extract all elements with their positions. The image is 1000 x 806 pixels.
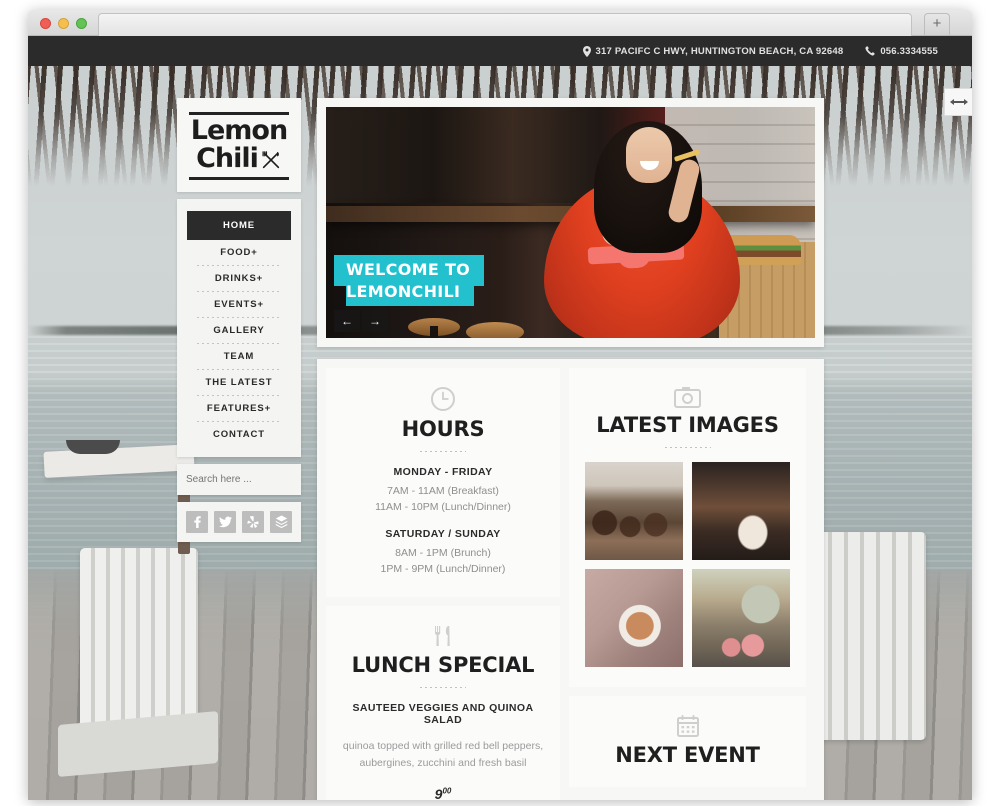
social-links: [177, 501, 301, 542]
hero-stool-2: [466, 322, 524, 338]
map-pin-icon: [582, 45, 591, 57]
contact-topbar: 317 PACIFC C HWY, HUNTINGTON BEACH, CA 9…: [28, 36, 972, 66]
phone-block: 056.3334555: [865, 46, 938, 57]
hero-caption: WELCOME TO LEMONCHILI: [334, 254, 485, 306]
logo-rule-bottom: [189, 176, 289, 180]
hours-group-2-line-2: 1PM - 9PM (Lunch/Dinner): [380, 562, 506, 575]
hero-caption-line-1: WELCOME TO: [346, 259, 471, 279]
content-panels: HOURS MONDAY - FRIDAY 7AM - 11AM (Breakf…: [317, 359, 824, 800]
logo-line-1: Lemon: [190, 115, 288, 146]
latest-images-divider: [664, 447, 711, 448]
nav-item-home[interactable]: HOME: [187, 210, 291, 240]
search-input[interactable]: [177, 463, 327, 495]
logo-line-2-row: Chili: [187, 143, 291, 175]
lunch-special-price: 900: [342, 786, 544, 800]
next-event-title: NEXT EVENT: [615, 743, 760, 767]
latest-images-grid: [585, 462, 790, 667]
zoom-window-button[interactable]: [76, 18, 87, 29]
latest-images-widget: LATEST IMAGES: [569, 368, 806, 687]
search-box: GO: [177, 463, 344, 495]
hero-stool-leg: [430, 326, 438, 338]
new-tab-button[interactable]: +: [924, 13, 950, 35]
nav-item-features[interactable]: FEATURES+: [187, 396, 291, 421]
nav-item-team[interactable]: TEAM: [187, 344, 291, 369]
browser-tab[interactable]: [98, 13, 912, 36]
window-controls[interactable]: [40, 18, 87, 29]
thumb-espresso-machine[interactable]: [692, 462, 790, 560]
foursquare-icon[interactable]: [270, 510, 292, 533]
slider-prev-button[interactable]: ←: [334, 310, 360, 332]
lunch-special-dish: SAUTEED VEGGIES AND QUINOA SALAD: [352, 702, 534, 727]
right-column: LATEST IMAGES NEXT EVENT: [569, 368, 806, 800]
nav-item-gallery[interactable]: GALLERY: [187, 318, 291, 343]
nav-item-contact[interactable]: CONTACT: [187, 422, 291, 447]
hero-caption-line-2: LEMONCHILI: [346, 280, 475, 306]
nav-item-the-latest[interactable]: THE LATEST: [187, 370, 291, 395]
fork-knife-crossed-icon: [260, 149, 282, 171]
lunch-special-divider: [420, 687, 466, 689]
latest-images-title: LATEST IMAGES: [596, 413, 779, 437]
camera-icon: [585, 386, 790, 408]
address-block: 317 PACIFC C HWY, HUNTINGTON BEACH, CA 9…: [582, 45, 844, 57]
hero-slider-card: WELCOME TO LEMONCHILI ← →: [317, 98, 824, 347]
fork-knife-icon: [342, 624, 544, 648]
close-window-button[interactable]: [40, 18, 51, 29]
hours-divider: [420, 451, 466, 452]
slider-next-button[interactable]: →: [362, 310, 388, 332]
hero-slider-controls: ← →: [334, 310, 388, 332]
lunch-special-description: quinoa topped with grilled red bell pepp…: [342, 740, 544, 769]
calendar-icon: [585, 714, 790, 738]
hours-title: HOURS: [401, 417, 485, 441]
hours-group-1-heading: MONDAY - FRIDAY: [393, 466, 493, 478]
horizontal-resize-icon[interactable]: [944, 88, 972, 116]
nav-item-events[interactable]: EVENTS+: [187, 292, 291, 317]
thumb-cheese-figs[interactable]: [692, 569, 790, 667]
yelp-icon[interactable]: [242, 510, 264, 533]
main-navigation: HOME FOOD+ DRINKS+ EVENTS+ GALLERY TEAM …: [177, 198, 301, 457]
clock-icon: [342, 386, 544, 412]
lunch-special-widget: LUNCH SPECIAL SAUTEED VEGGIES AND QUINOA…: [326, 606, 560, 800]
left-column: HOURS MONDAY - FRIDAY 7AM - 11AM (Breakf…: [326, 368, 560, 800]
logo-line-2: Chili: [196, 143, 259, 175]
browser-window: + 317 PACIFC C HWY, HUNTINGTON BEACH, CA…: [28, 10, 972, 800]
site-viewport: 317 PACIFC C HWY, HUNTINGTON BEACH, CA 9…: [28, 36, 972, 800]
site-logo[interactable]: Lemon Chili: [177, 98, 301, 192]
sidebar: Lemon Chili HOME FOOD+ DRINKS+ EVENTS+ G…: [177, 98, 344, 542]
minimize-window-button[interactable]: [58, 18, 69, 29]
browser-chrome-bar: +: [28, 10, 972, 36]
thumb-latte-art[interactable]: [585, 569, 683, 667]
hero-face: [626, 127, 672, 183]
price-cents: 00: [442, 786, 452, 795]
hours-group-2-heading: SATURDAY / SUNDAY: [385, 527, 501, 540]
address-text: 317 PACIFC C HWY, HUNTINGTON BEACH, CA 9…: [595, 45, 844, 57]
hours-widget: HOURS MONDAY - FRIDAY 7AM - 11AM (Breakf…: [326, 368, 560, 598]
hours-spacer: [342, 516, 544, 528]
hero-slider[interactable]: WELCOME TO LEMONCHILI ← →: [326, 107, 815, 338]
nav-item-drinks[interactable]: DRINKS+: [187, 266, 291, 291]
hours-group-1-line-2: 11AM - 10PM (Lunch/Dinner): [375, 501, 511, 514]
next-event-widget: NEXT EVENT: [569, 696, 806, 787]
thumb-coffee-jars[interactable]: [585, 462, 683, 560]
facebook-icon[interactable]: [186, 510, 208, 533]
phone-icon: [865, 46, 876, 56]
background-bowl: [66, 440, 120, 454]
twitter-icon[interactable]: [214, 510, 236, 533]
lunch-special-title: LUNCH SPECIAL: [351, 653, 535, 678]
hours-group-1-line-1: 7AM - 11AM (Breakfast): [387, 485, 499, 497]
nav-item-food[interactable]: FOOD+: [187, 240, 291, 265]
hours-group-2-line-1: 8AM - 1PM (Brunch): [395, 546, 491, 559]
phone-text: 056.3334555: [880, 45, 938, 57]
